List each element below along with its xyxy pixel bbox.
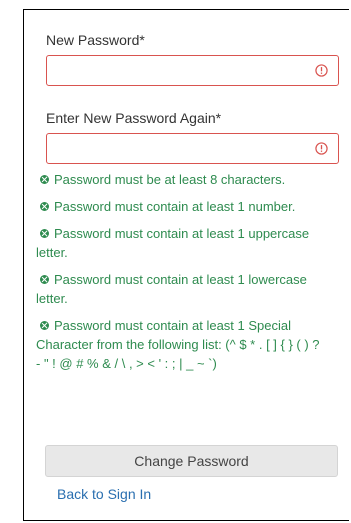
- new-password-input[interactable]: [46, 55, 339, 86]
- error-circle-icon: [315, 142, 328, 155]
- password-requirements-list: Password must be at least 8 characters. …: [36, 170, 326, 381]
- requirement-uppercase: Password must contain at least 1 upperca…: [36, 224, 326, 262]
- requirement-text: Password must contain at least 1 number.: [54, 199, 296, 214]
- x-circle-icon: [40, 229, 49, 238]
- error-circle-icon: [315, 64, 328, 77]
- requirement-text: Password must contain at least 1 upperca…: [36, 226, 310, 260]
- requirement-special-character: Password must contain at least 1 Special…: [36, 316, 326, 373]
- x-circle-icon: [40, 321, 49, 330]
- requirement-text: Password must be at least 8 characters.: [54, 172, 286, 187]
- back-to-sign-in-link[interactable]: Back to Sign In: [57, 486, 151, 502]
- confirm-password-input[interactable]: [46, 133, 339, 164]
- change-password-button[interactable]: Change Password: [45, 445, 338, 477]
- x-circle-icon: [40, 275, 49, 284]
- requirement-text: Password must contain at least 1 Special…: [36, 318, 320, 371]
- requirement-lowercase: Password must contain at least 1 lowerca…: [36, 270, 326, 308]
- requirement-number: Password must contain at least 1 number.: [36, 197, 326, 216]
- requirement-min-length: Password must be at least 8 characters.: [36, 170, 326, 189]
- x-circle-icon: [40, 202, 49, 211]
- new-password-label: New Password*: [46, 32, 145, 48]
- x-circle-icon: [40, 175, 49, 184]
- confirm-password-label: Enter New Password Again*: [46, 110, 222, 126]
- requirement-text: Password must contain at least 1 lowerca…: [36, 272, 307, 306]
